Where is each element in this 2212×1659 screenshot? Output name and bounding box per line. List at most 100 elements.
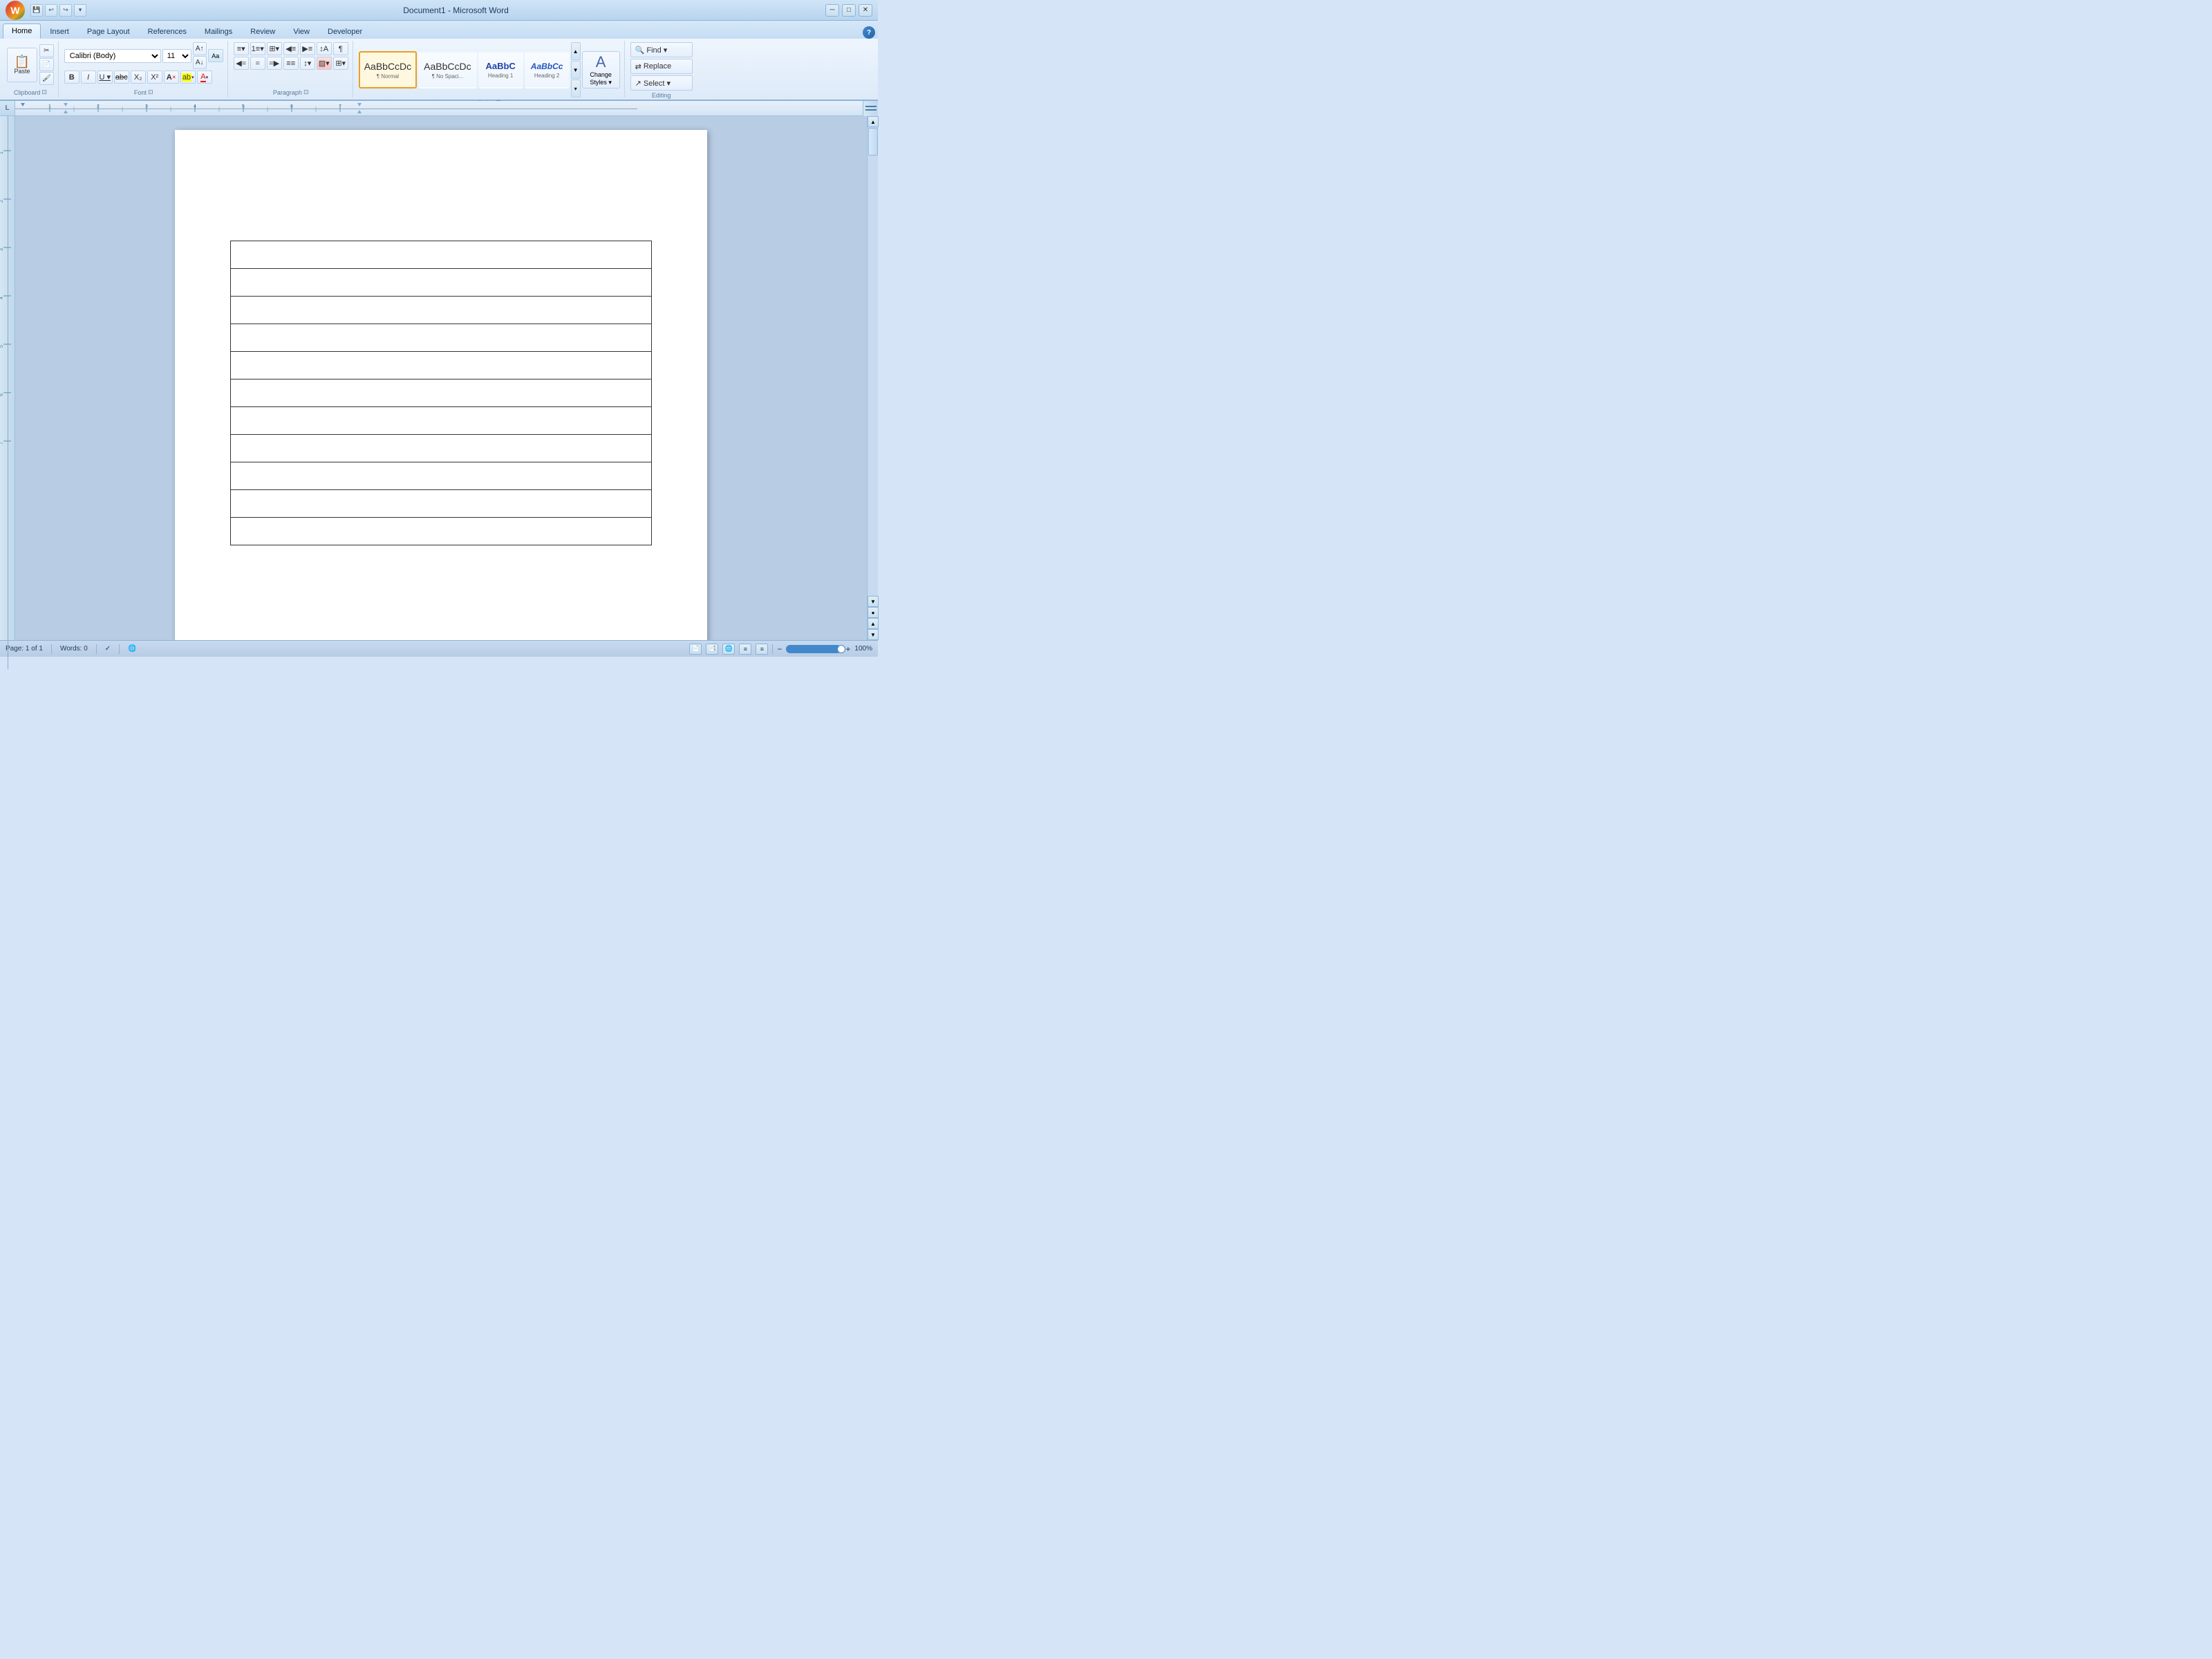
style-heading1[interactable]: AaBbC Heading 1 [478, 51, 523, 88]
ruler-container: L 1 2 3 4 5 6 7 [0, 101, 878, 116]
scroll-thumb[interactable] [868, 128, 878, 156]
table-cell[interactable] [231, 518, 652, 545]
shading-button[interactable]: ▨▾ [317, 57, 332, 70]
increase-font-button[interactable]: A↑ [193, 42, 207, 55]
minimize-button[interactable]: ─ [825, 4, 839, 17]
bold-button[interactable]: B [64, 71, 79, 84]
scroll-track[interactable] [868, 127, 878, 596]
underline-button[interactable]: U ▾ [97, 71, 113, 84]
styles-scroll-down[interactable]: ▼ [571, 61, 581, 79]
sort-button[interactable]: ↕A [317, 42, 332, 55]
zoom-slider[interactable] [786, 645, 841, 653]
highlight-color-button[interactable]: ab▾ [180, 71, 196, 84]
restore-button[interactable]: □ [842, 4, 856, 17]
align-left-button[interactable]: ◀= [234, 57, 249, 70]
zoom-minus-button[interactable]: − [777, 644, 782, 654]
find-button[interactable]: 🔍 Find ▾ [630, 42, 693, 57]
scroll-up-button[interactable]: ▲ [868, 116, 879, 127]
ruler-side-button[interactable] [863, 101, 878, 116]
tab-home[interactable]: Home [3, 24, 41, 39]
select-button[interactable]: ↗ Select ▾ [630, 75, 693, 91]
office-button[interactable]: W [6, 1, 25, 20]
undo-button[interactable]: ↩ [45, 4, 57, 17]
subscript-button[interactable]: X₂ [131, 71, 146, 84]
proofing-indicator[interactable]: ✓ [105, 645, 111, 653]
change-styles-button[interactable]: A ChangeStyles ▾ [582, 51, 620, 88]
table-cell[interactable] [231, 297, 652, 324]
table-cell[interactable] [231, 407, 652, 435]
scroll-down-button[interactable]: ▼ [868, 596, 879, 607]
table-row [231, 435, 652, 462]
cut-button[interactable]: ✂ [39, 44, 54, 57]
zoom-plus-button[interactable]: + [845, 644, 850, 654]
increase-indent-button[interactable]: ▶≡ [300, 42, 315, 55]
outline-view-button[interactable]: ≡ [739, 644, 751, 655]
copy-button[interactable]: 📄 [39, 58, 54, 71]
redo-button[interactable]: ↪ [59, 4, 72, 17]
svg-text:1: 1 [0, 151, 4, 154]
bullets-button[interactable]: ≡▾ [234, 42, 249, 55]
next-page-button[interactable]: ▼ [868, 629, 879, 640]
align-center-button[interactable]: = [250, 57, 265, 70]
full-screen-reading-button[interactable]: 📑 [706, 644, 718, 655]
paste-button[interactable]: 📋 Paste [7, 48, 37, 82]
style-normal[interactable]: AaBbCcDc ¶ Normal [359, 51, 417, 88]
decrease-font-button[interactable]: A↓ [193, 56, 207, 69]
document-page[interactable] [175, 130, 707, 640]
tab-insert[interactable]: Insert [41, 24, 78, 39]
align-right-button[interactable]: =▶ [267, 57, 282, 70]
change-case-button[interactable]: Aa [208, 49, 223, 62]
replace-button[interactable]: ⇄ Replace [630, 59, 693, 74]
font-color-button[interactable]: A▾ [197, 71, 212, 84]
clipboard-expand-icon[interactable]: ⊡ [41, 88, 47, 96]
multilevel-list-button[interactable]: ⊞▾ [267, 42, 282, 55]
line-spacing-button[interactable]: ↕▾ [300, 57, 315, 70]
justify-button[interactable]: ≡≡ [283, 57, 299, 70]
show-paragraph-button[interactable]: ¶ [333, 42, 348, 55]
clipboard-content: 📋 Paste ✂ 📄 🖌 [7, 42, 54, 87]
borders-button[interactable]: ⊞▾ [333, 57, 348, 70]
tab-references[interactable]: References [139, 24, 196, 39]
style-no-spacing[interactable]: AaBbCcDc ¶ No Spaci... [418, 51, 476, 88]
table-cell[interactable] [231, 324, 652, 352]
previous-page-button[interactable]: ▲ [868, 618, 879, 629]
tab-mailings[interactable]: Mailings [196, 24, 241, 39]
tab-developer[interactable]: Developer [319, 24, 371, 39]
italic-button[interactable]: I [81, 71, 96, 84]
table-cell[interactable] [231, 241, 652, 269]
close-button[interactable]: ✕ [859, 4, 872, 17]
font-family-select[interactable]: Calibri (Body) [64, 49, 161, 63]
zoom-level[interactable]: 100% [854, 645, 872, 653]
help-button[interactable]: ? [863, 26, 875, 39]
ruler-corner[interactable]: L [0, 101, 15, 116]
tab-page-layout[interactable]: Page Layout [78, 24, 139, 39]
clear-format-button[interactable]: A ✕ [164, 71, 179, 84]
web-layout-button[interactable]: 🌐 [722, 644, 735, 655]
qa-dropdown-button[interactable]: ▾ [74, 4, 86, 17]
styles-more[interactable]: ▾ [571, 79, 581, 97]
strikethrough-button[interactable]: abc [114, 71, 129, 84]
table-cell[interactable] [231, 352, 652, 379]
save-button[interactable]: 💾 [30, 4, 43, 17]
table-cell[interactable] [231, 462, 652, 490]
numbering-button[interactable]: 1≡▾ [250, 42, 265, 55]
document-table[interactable] [230, 241, 652, 545]
font-expand-icon[interactable]: ⊡ [148, 88, 153, 96]
superscript-button[interactable]: X² [147, 71, 162, 84]
print-layout-button[interactable]: 📄 [689, 644, 702, 655]
table-cell[interactable] [231, 269, 652, 297]
styles-scroll-up[interactable]: ▲ [571, 42, 581, 60]
select-browse-object-button[interactable]: ● [868, 607, 879, 618]
decrease-indent-button[interactable]: ◀≡ [283, 42, 299, 55]
font-size-select[interactable]: 11 [162, 49, 191, 63]
table-cell[interactable] [231, 490, 652, 518]
table-cell[interactable] [231, 379, 652, 407]
tab-review[interactable]: Review [241, 24, 284, 39]
table-cell[interactable] [231, 435, 652, 462]
paragraph-expand-icon[interactable]: ⊡ [303, 88, 309, 96]
tab-view[interactable]: View [284, 24, 319, 39]
size-increment-buttons: A↑ A↓ [193, 42, 207, 69]
draft-view-button[interactable]: ≡ [756, 644, 768, 655]
style-heading2[interactable]: AaBbCc Heading 2 [525, 51, 570, 88]
format-painter-button[interactable]: 🖌 [39, 72, 54, 85]
